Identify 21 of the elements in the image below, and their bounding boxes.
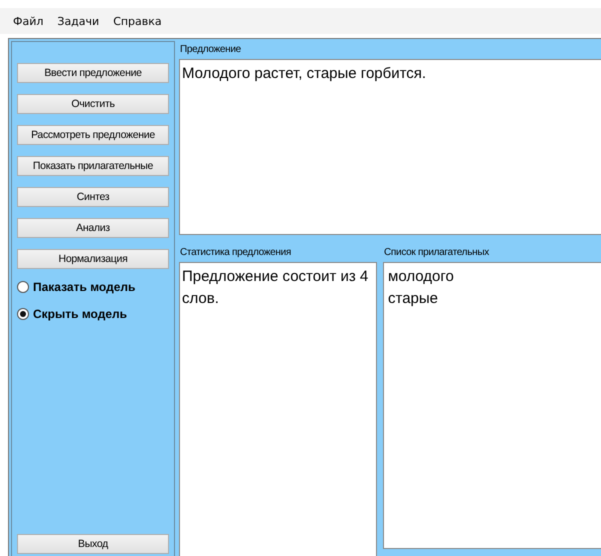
action-button[interactable]: Показать прилагательные [17,156,169,176]
menu-item[interactable]: Справка [108,12,167,30]
radio-option[interactable]: Скрыть модель [17,307,169,321]
radio-icon[interactable] [17,308,29,320]
radio-option[interactable]: Паказать модель [17,280,169,294]
field-label: Статистика предложения [180,247,292,258]
exit-button[interactable]: Выход [17,534,169,554]
statistics-field[interactable]: Предложение состоит из 4 слов. [179,262,377,556]
action-button[interactable]: Нормализация [17,249,169,269]
action-button[interactable]: Анализ [17,218,169,238]
radio-icon[interactable] [17,281,29,293]
action-button[interactable]: Ввести предложение [17,63,169,83]
action-button[interactable]: Очистить [17,94,169,114]
adjectives-list[interactable]: молодого старые [383,262,601,549]
sentence-field[interactable]: Молодого растет, старые горбится. [179,59,601,235]
menu-item[interactable]: Задачи [52,12,104,30]
action-button[interactable]: Синтез [17,187,169,207]
field-label: Предложение [180,44,242,55]
menu-item[interactable]: Файл [8,12,48,30]
action-button[interactable]: Рассмотреть предложение [17,125,169,145]
field-label: Список прилагательных [384,247,490,258]
